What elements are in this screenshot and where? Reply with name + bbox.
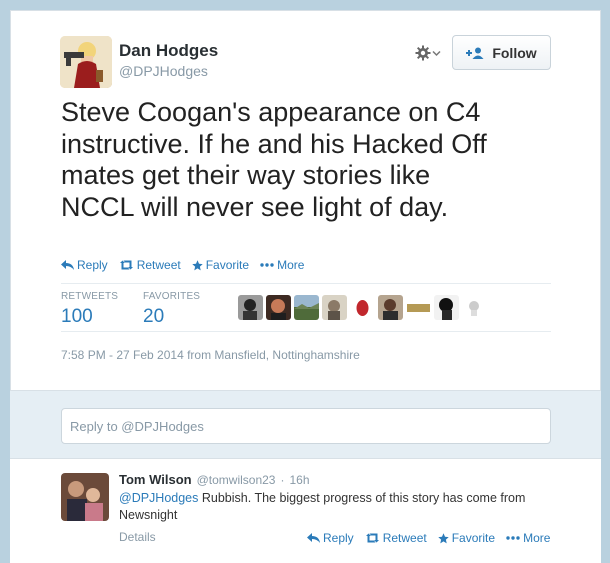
favorite-action[interactable]: Favorite	[192, 258, 249, 272]
reply-tweet-actions: Reply Retweet Favorite More	[307, 531, 561, 545]
favoriter-avatar[interactable]	[378, 295, 403, 320]
favorite-label: Favorite	[205, 258, 250, 272]
more-action[interactable]: More	[260, 258, 304, 272]
tweet-text: Steve Coogan's appearance on C4 instruct…	[61, 97, 487, 222]
reply-header: Tom Wilson @tomwilson23 · 16h	[119, 472, 310, 487]
favorites-label: FAVORITES	[143, 291, 201, 302]
follow-button[interactable]: Follow	[452, 35, 551, 70]
retweet-action[interactable]: Retweet	[119, 258, 181, 272]
stats-divider-bottom	[61, 331, 551, 332]
more-dots-icon	[506, 536, 520, 540]
reply-input[interactable]: Reply to @DPJHodges	[61, 408, 551, 444]
favoriter-avatar[interactable]	[322, 295, 347, 320]
reply-action[interactable]: Reply	[61, 258, 108, 272]
details-link[interactable]: Details	[119, 530, 156, 544]
reply-separator: ·	[280, 473, 285, 487]
favoriter-avatar[interactable]	[434, 295, 459, 320]
star-icon	[438, 532, 449, 543]
reply-time[interactable]: 16h	[289, 473, 309, 487]
tweet-actions: Reply Retweet Favorite More	[61, 258, 315, 272]
more-label: More	[523, 531, 551, 545]
retweet-label: Retweet	[136, 258, 181, 272]
favoriter-avatar[interactable]	[294, 295, 319, 320]
favorite-action[interactable]: Favorite	[438, 531, 495, 545]
favoriter-avatar[interactable]	[350, 295, 375, 320]
user-actions-menu[interactable]	[415, 42, 445, 64]
reply-icon	[61, 260, 74, 270]
more-dots-icon	[260, 263, 274, 267]
favorites-count[interactable]: 20	[143, 306, 164, 328]
reply-author-avatar[interactable]	[61, 473, 109, 521]
retweets-label: RETWEETS	[61, 291, 119, 302]
favoriter-avatar[interactable]	[406, 295, 431, 320]
retweet-label: Retweet	[382, 531, 427, 545]
more-action[interactable]: More	[506, 531, 550, 545]
retweet-icon	[119, 260, 133, 270]
reply-author-name[interactable]: Tom Wilson	[119, 472, 192, 487]
retweet-action[interactable]: Retweet	[365, 531, 427, 545]
favoriter-avatar[interactable]	[266, 295, 291, 320]
follow-label: Follow	[492, 44, 537, 61]
reply-label: Reply	[77, 258, 108, 272]
retweets-count[interactable]: 100	[61, 306, 93, 328]
caret-down-icon	[432, 49, 441, 58]
stats-divider-top	[61, 283, 551, 284]
reply-icon	[307, 533, 320, 543]
reply-text: @DPJHodges Rubbish. The biggest progress…	[119, 490, 559, 524]
reply-action[interactable]: Reply	[307, 531, 354, 545]
retweet-icon	[365, 533, 379, 543]
star-icon	[192, 259, 203, 270]
reply-tweet: Tom Wilson @tomwilson23 · 16h @DPJHodges…	[10, 458, 601, 563]
favoriter-avatar[interactable]	[238, 295, 263, 320]
favorite-label: Favorite	[451, 531, 496, 545]
favoriter-avatar[interactable]	[462, 295, 487, 320]
favoriters-avatars	[238, 295, 487, 320]
author-name[interactable]: Dan Hodges	[119, 41, 218, 61]
reply-author-handle[interactable]: @tomwilson23	[197, 473, 276, 487]
reply-mention[interactable]: @DPJHodges	[119, 491, 198, 505]
reply-box-section: Reply to @DPJHodges	[10, 390, 601, 458]
more-label: More	[277, 258, 305, 272]
reply-label: Reply	[323, 531, 354, 545]
author-avatar[interactable]	[60, 36, 112, 88]
author-handle[interactable]: @DPJHodges	[119, 63, 208, 79]
tweet-timestamp[interactable]: 7:58 PM - 27 Feb 2014 from Mansfield, No…	[61, 348, 360, 362]
gear-icon	[415, 45, 431, 61]
add-user-icon	[466, 47, 484, 59]
